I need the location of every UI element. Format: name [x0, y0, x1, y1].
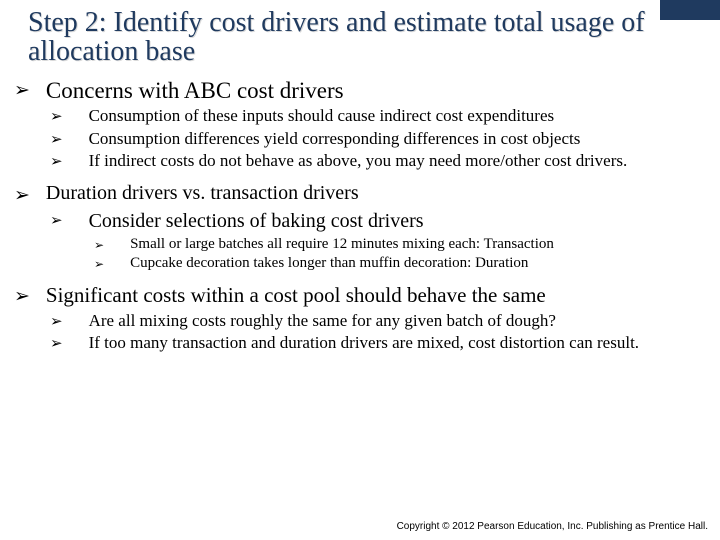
bullet-concerns-3: ➢ If indirect costs do not behave as abo…: [50, 151, 702, 172]
bullet-concerns-2: ➢ Consumption differences yield correspo…: [50, 129, 702, 150]
bullet-text: If indirect costs do not behave as above…: [89, 151, 702, 171]
bullet-text: Consider selections of baking cost drive…: [89, 210, 702, 234]
bullet-significant-1: ➢ Are all mixing costs roughly the same …: [50, 311, 702, 332]
chevron-icon: ➢: [50, 129, 89, 150]
bullet-duration-sub: ➢ Consider selections of baking cost dri…: [50, 210, 702, 234]
bullet-text: Concerns with ABC cost drivers: [46, 77, 702, 104]
bullet-text: Duration drivers vs. transaction drivers: [46, 182, 702, 206]
chevron-icon: ➢: [94, 236, 130, 253]
bullet-text: If too many transaction and duration dri…: [89, 333, 702, 353]
chevron-icon: ➢: [94, 255, 130, 272]
chevron-icon: ➢: [14, 283, 46, 309]
chevron-icon: ➢: [14, 182, 46, 208]
bullet-duration-2: ➢ Cupcake decoration takes longer than m…: [94, 255, 702, 273]
bullet-duration: ➢ Duration drivers vs. transaction drive…: [14, 182, 702, 208]
chevron-icon: ➢: [14, 77, 46, 103]
bullet-duration-1: ➢ Small or large batches all require 12 …: [94, 236, 702, 254]
bullet-significant: ➢ Significant costs within a cost pool s…: [14, 283, 702, 309]
bullet-text: Consumption of these inputs should cause…: [89, 106, 702, 126]
bullet-concerns: ➢ Concerns with ABC cost drivers: [14, 77, 702, 104]
bullet-text: Are all mixing costs roughly the same fo…: [89, 311, 702, 331]
chevron-icon: ➢: [50, 333, 89, 354]
bullet-text: Small or large batches all require 12 mi…: [130, 236, 702, 254]
bullet-text: Consumption differences yield correspond…: [89, 129, 702, 149]
bullet-text: Cupcake decoration takes longer than muf…: [130, 255, 702, 273]
chevron-icon: ➢: [50, 106, 89, 127]
accent-bar: [660, 0, 720, 20]
slide-title: Step 2: Identify cost drivers and estima…: [0, 0, 720, 73]
chevron-icon: ➢: [50, 210, 89, 231]
chevron-icon: ➢: [50, 311, 89, 332]
bullet-text: Significant costs within a cost pool sho…: [46, 283, 702, 308]
chevron-icon: ➢: [50, 151, 89, 172]
slide-body: ➢ Concerns with ABC cost drivers ➢ Consu…: [0, 73, 720, 354]
bullet-concerns-1: ➢ Consumption of these inputs should cau…: [50, 106, 702, 127]
copyright-footer: Copyright © 2012 Pearson Education, Inc.…: [397, 521, 708, 532]
bullet-significant-2: ➢ If too many transaction and duration d…: [50, 333, 702, 354]
